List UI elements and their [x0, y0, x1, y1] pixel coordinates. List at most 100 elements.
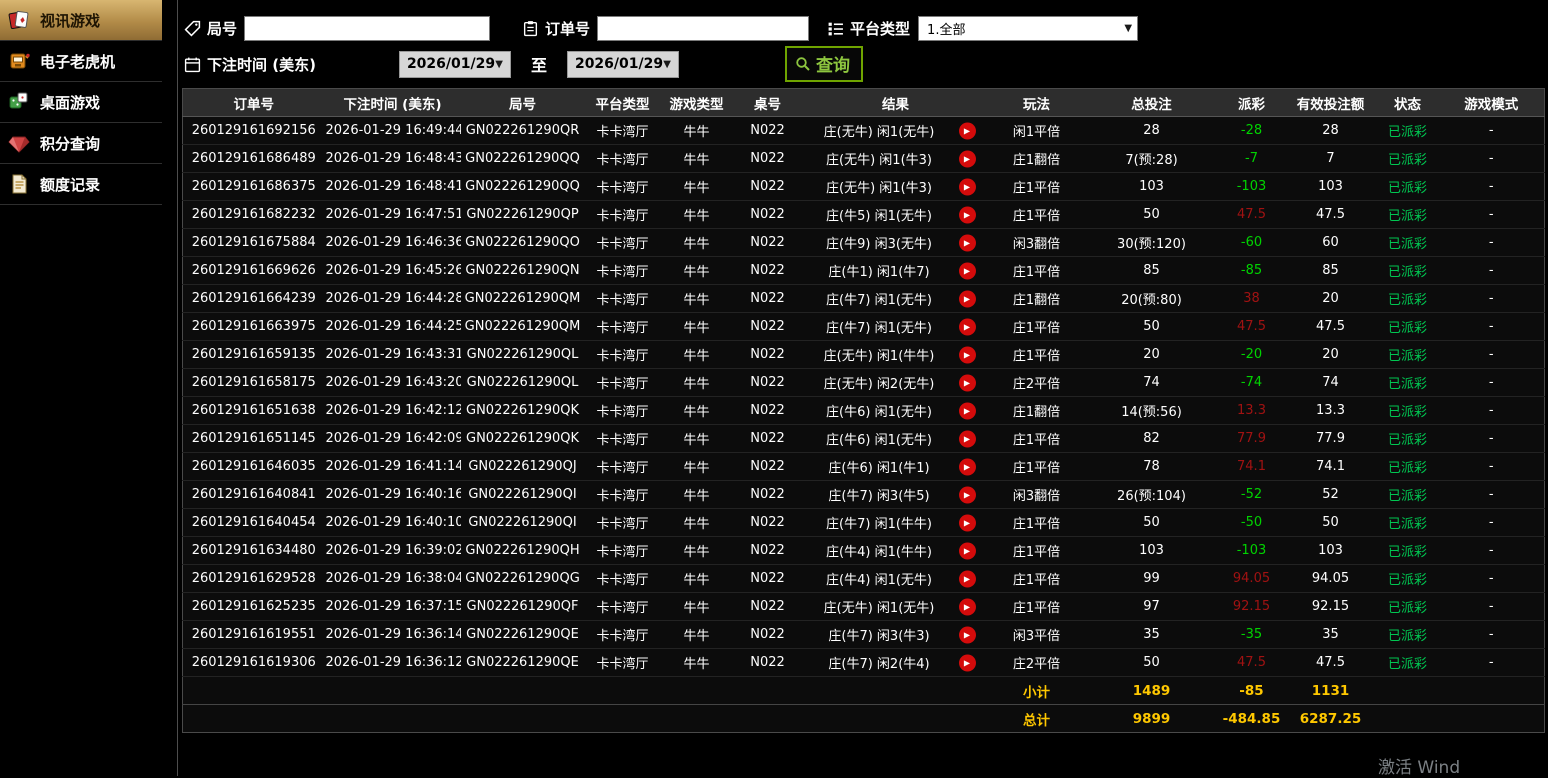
round-id-cell: GN022261290QM — [460, 284, 585, 313]
sidebar-item-video-games[interactable]: 视讯游戏 — [0, 0, 162, 41]
order-id-cell: 260129161675884 — [182, 228, 325, 257]
round-input[interactable] — [244, 15, 491, 41]
valid-bet-cell: 47.5 — [1284, 312, 1377, 341]
round-id-cell: GN022261290QJ — [460, 452, 585, 481]
table-row: 260129161640454 2026-01-29 16:40:10 GN0222… — [182, 508, 1545, 537]
status-cell: 已派彩 — [1376, 200, 1439, 229]
date-from-select[interactable]: 2026/01/29 ▼ — [398, 50, 511, 78]
order-id-cell: 260129161686489 — [182, 144, 325, 173]
bet-time-cell: 2026-01-29 16:44:25 — [324, 312, 461, 341]
game-mode-cell: - — [1438, 228, 1545, 257]
result-cell: 庄(牛7) 闲1(牛牛) ▶ — [802, 508, 989, 537]
sidebar-item-points-query[interactable]: 积分查询 — [0, 123, 162, 164]
replay-play-icon[interactable]: ▶ — [958, 206, 976, 223]
replay-play-icon[interactable]: ▶ — [958, 514, 976, 531]
sidebar-item-credit-records[interactable]: 额度记录 — [0, 164, 162, 205]
replay-play-icon[interactable]: ▶ — [958, 346, 976, 363]
payout-cell: 47.5 — [1218, 312, 1285, 341]
order-id-cell: 260129161682232 — [182, 200, 325, 229]
replay-play-icon[interactable]: ▶ — [958, 290, 976, 307]
table-no-cell: N022 — [732, 592, 803, 621]
replay-play-icon[interactable]: ▶ — [958, 150, 976, 167]
replay-play-icon[interactable]: ▶ — [958, 570, 976, 587]
replay-play-icon[interactable]: ▶ — [958, 122, 976, 139]
round-id-cell: GN022261290QR — [460, 116, 585, 145]
game-type-cell: 牛牛 — [660, 284, 733, 313]
result-cell: 庄(牛6) 闲1(无牛) ▶ — [802, 396, 989, 425]
round-id-cell: GN022261290QE — [460, 620, 585, 649]
filter-row-2: 下注时间 (美东) 2026/01/29 ▼ 至 2026/01/29 ▼ 查询 — [184, 46, 1545, 82]
valid-bet-cell: 74.1 — [1284, 452, 1377, 481]
round-id-cell: GN022261290QE — [460, 648, 585, 677]
replay-play-icon[interactable]: ▶ — [958, 262, 976, 279]
replay-play-icon[interactable]: ▶ — [958, 458, 976, 475]
filter-bar: 局号 订单号 平台类型 1.全部 ▼ 下注时间 (美东) 2026/01/29 … — [182, 0, 1545, 88]
payout-cell: -52 — [1218, 480, 1285, 509]
payout-cell: -7 — [1218, 144, 1285, 173]
result-text: 庄(牛4) 闲1(牛牛) — [826, 545, 932, 560]
date-to-select[interactable]: 2026/01/29 ▼ — [566, 50, 679, 78]
result-cell: 庄(无牛) 闲1(无牛) ▶ — [802, 592, 989, 621]
table-row: 260129161686375 2026-01-29 16:48:41 GN0222… — [182, 172, 1545, 201]
replay-play-icon[interactable]: ▶ — [958, 374, 976, 391]
replay-play-icon[interactable]: ▶ — [958, 486, 976, 503]
order-input[interactable] — [597, 15, 810, 41]
valid-bet-cell: 77.9 — [1284, 424, 1377, 453]
column-header: 桌号 — [732, 88, 803, 117]
sidebar-item-slots[interactable]: 电子老虎机 — [0, 41, 162, 82]
sidebar-item-table-games[interactable]: 桌面游戏 — [0, 82, 162, 123]
status-cell: 已派彩 — [1376, 312, 1439, 341]
replay-play-icon[interactable]: ▶ — [958, 542, 976, 559]
result-text: 庄(牛5) 闲1(无牛) — [826, 209, 932, 224]
status-cell: 已派彩 — [1376, 340, 1439, 369]
game-type-cell: 牛牛 — [660, 228, 733, 257]
game-type-cell: 牛牛 — [660, 452, 733, 481]
replay-play-icon[interactable]: ▶ — [958, 626, 976, 643]
result-text: 庄(无牛) 闲1(无牛) — [823, 601, 935, 616]
result-text: 庄(牛9) 闲3(无牛) — [826, 237, 932, 252]
sidebar-item-label: 电子老虎机 — [40, 52, 116, 71]
main-panel: 局号 订单号 平台类型 1.全部 ▼ 下注时间 (美东) 2026/01/29 … — [177, 0, 1548, 776]
replay-play-icon[interactable]: ▶ — [958, 178, 976, 195]
status-cell: 已派彩 — [1376, 564, 1439, 593]
game-type-cell: 牛牛 — [660, 172, 733, 201]
replay-play-icon[interactable]: ▶ — [958, 654, 976, 671]
platform-cell: 卡卡湾厅 — [584, 480, 661, 509]
search-button[interactable]: 查询 — [784, 46, 863, 82]
platform-select[interactable]: 1.全部 ▼ — [918, 15, 1139, 41]
bet-time-label: 下注时间 (美东) — [207, 55, 316, 74]
dice-icon — [7, 90, 31, 114]
replay-play-icon[interactable]: ▶ — [958, 598, 976, 615]
payout-cell: -85 — [1218, 256, 1285, 285]
game-type-cell: 牛牛 — [660, 648, 733, 677]
status-cell: 已派彩 — [1376, 256, 1439, 285]
game-mode-cell: - — [1438, 424, 1545, 453]
result-text: 庄(无牛) 闲2(无牛) — [823, 377, 935, 392]
valid-bet-cell: 52 — [1284, 480, 1377, 509]
bet-time-cell: 2026-01-29 16:38:04 — [324, 564, 461, 593]
payout-cell: 38 — [1218, 284, 1285, 313]
replay-play-icon[interactable]: ▶ — [958, 430, 976, 447]
table-row: 260129161658175 2026-01-29 16:43:20 GN0222… — [182, 368, 1545, 397]
table-row: 260129161659135 2026-01-29 16:43:31 GN0222… — [182, 340, 1545, 369]
total-bet-cell: 85 — [1084, 256, 1219, 285]
status-cell: 已派彩 — [1376, 396, 1439, 425]
result-cell: 庄(牛7) 闲3(牛5) ▶ — [802, 480, 989, 509]
table-row: 260129161651638 2026-01-29 16:42:12 GN0222… — [182, 396, 1545, 425]
table-no-cell: N022 — [732, 284, 803, 313]
column-header: 有效投注额 — [1284, 88, 1377, 117]
payout-cell: -60 — [1218, 228, 1285, 257]
replay-play-icon[interactable]: ▶ — [958, 318, 976, 335]
replay-play-icon[interactable]: ▶ — [958, 234, 976, 251]
game-mode-cell: - — [1438, 256, 1545, 285]
result-cell: 庄(牛6) 闲1(无牛) ▶ — [802, 424, 989, 453]
platform-cell: 卡卡湾厅 — [584, 228, 661, 257]
order-id-cell: 260129161619306 — [182, 648, 325, 677]
table-no-cell: N022 — [732, 172, 803, 201]
replay-play-icon[interactable]: ▶ — [958, 402, 976, 419]
game-type-cell: 牛牛 — [660, 312, 733, 341]
platform-selected-value: 1.全部 — [927, 22, 966, 38]
grand-total-payout: -484.85 — [1218, 704, 1285, 733]
total-bet-cell: 103 — [1084, 172, 1219, 201]
bet-time-cell: 2026-01-29 16:43:31 — [324, 340, 461, 369]
